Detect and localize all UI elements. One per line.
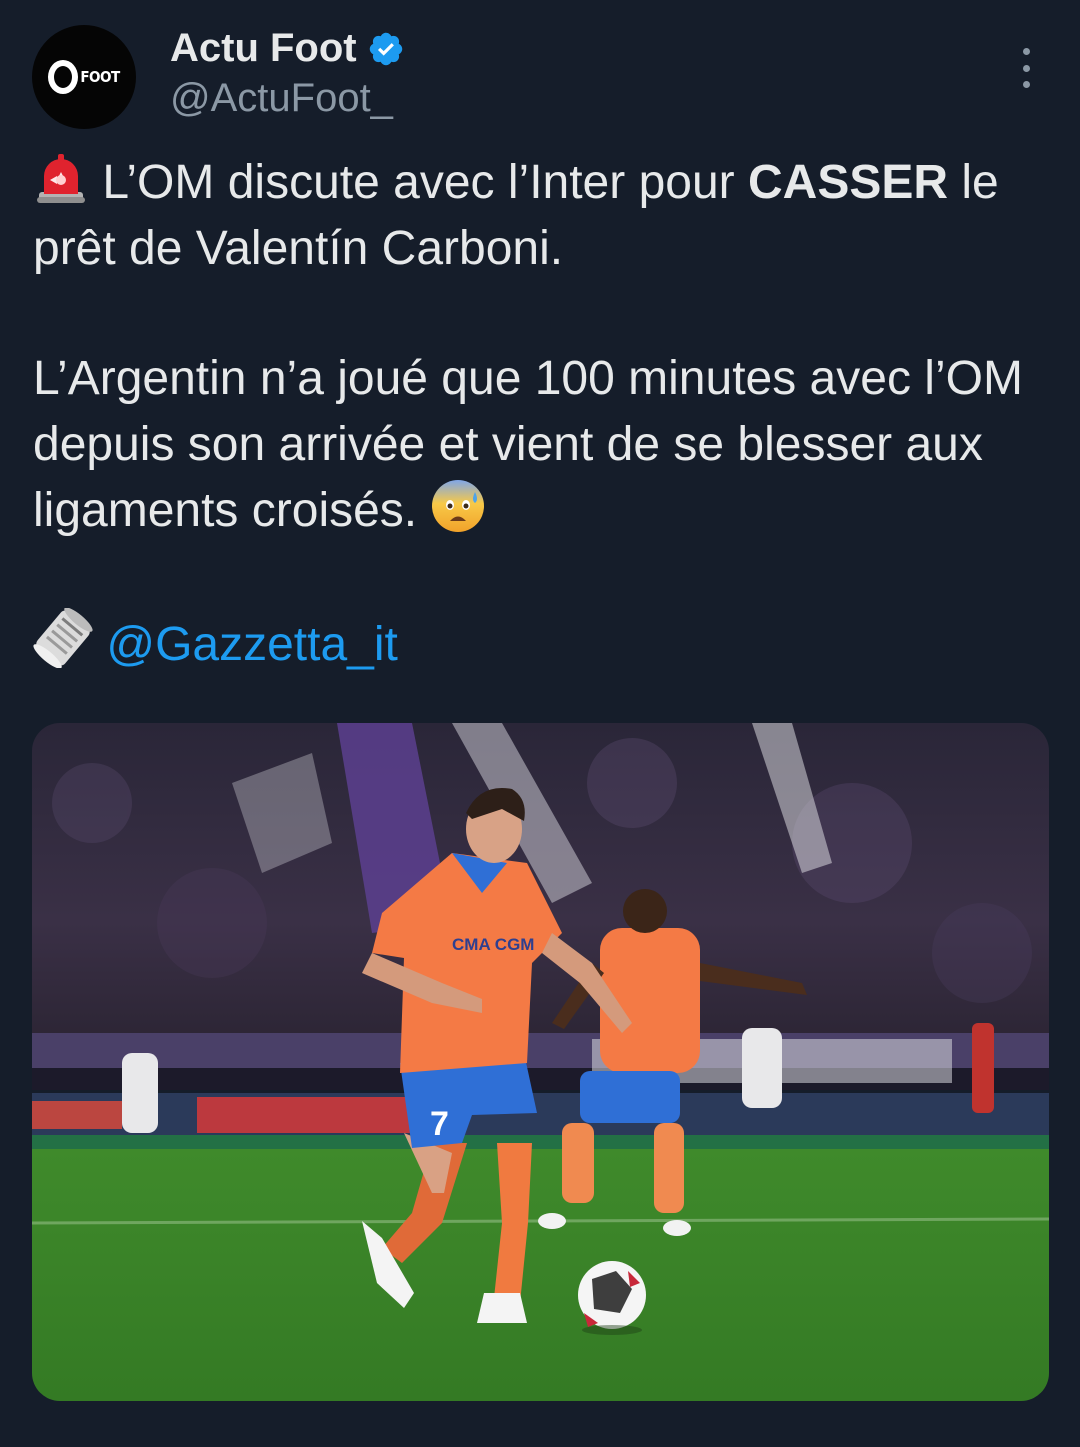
avatar-logo-text: FOOT <box>80 68 120 86</box>
source-mention-link[interactable]: @Gazzetta_it <box>106 618 398 671</box>
siren-emoji <box>37 154 85 203</box>
tweet-line1-prefix: L’OM discute avec l’Inter pour <box>102 156 748 209</box>
display-name[interactable]: Actu Foot <box>170 26 357 71</box>
more-options-icon[interactable] <box>1014 48 1038 88</box>
tweet-media-photo[interactable]: 7 CMA CGM <box>32 723 1049 1401</box>
handle[interactable]: @ActuFoot_ <box>170 76 393 121</box>
rolled-newspaper-emoji <box>33 608 93 668</box>
shirt-number: 7 <box>430 1105 449 1143</box>
football-photo: 7 CMA CGM <box>32 723 1049 1401</box>
avatar[interactable]: FOOT <box>32 25 136 129</box>
jersey-sponsor-text: CMA CGM <box>452 935 534 954</box>
avatar-logo-ring <box>48 60 79 94</box>
tweet-paragraph-2-text: L’Argentin n’a joué que 100 minutes avec… <box>33 352 1023 537</box>
tweet-paragraph-2: L’Argentin n’a joué que 100 minutes avec… <box>33 346 1043 544</box>
tweet-paragraph-3: @Gazzetta_it <box>33 608 1043 678</box>
verified-badge-icon <box>369 32 402 65</box>
tweet-emphasis: CASSER <box>747 156 949 209</box>
anxious-face-emoji <box>432 480 485 532</box>
author-name-row[interactable]: Actu Foot <box>170 26 405 71</box>
tweet-paragraph-1: L’OM discute avec l’Inter pour CASSER le… <box>33 150 1043 282</box>
tweet-text: L’OM discute avec l’Inter pour CASSER le… <box>33 150 1043 678</box>
